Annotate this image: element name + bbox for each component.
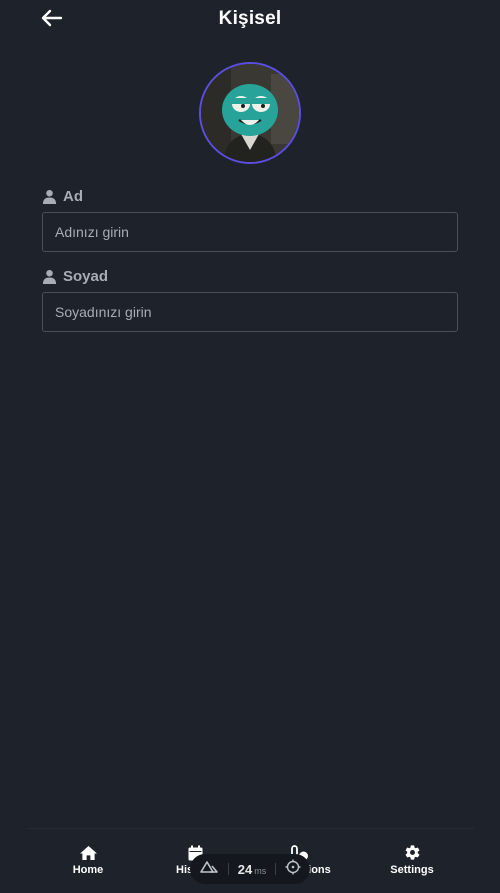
bottom-nav-divider: [28, 828, 474, 829]
gear-icon: [404, 844, 421, 861]
personal-info-screen: Kişisel Ad Adınızı girin Soyad Soyadınız…: [0, 0, 500, 893]
first-name-label: Ad: [63, 187, 83, 205]
user-icon: [42, 269, 57, 284]
render-time: 24 ms: [238, 862, 266, 877]
nav-label-settings: Settings: [390, 864, 434, 876]
nav-label-home: Home: [72, 864, 104, 876]
last-name-label-row: Soyad: [42, 266, 458, 286]
header: Kişisel: [0, 0, 500, 40]
user-icon: [42, 189, 57, 204]
last-name-label: Soyad: [63, 267, 109, 285]
devtools-separator: [275, 863, 277, 875]
avatar[interactable]: [199, 62, 301, 164]
last-name-field: Soyad: [42, 266, 458, 332]
render-time-value: 24: [237, 861, 253, 877]
nav-item-home[interactable]: Home: [43, 844, 133, 876]
profile-photo: [201, 64, 299, 162]
nuxt-logo-icon: [199, 860, 219, 879]
page-title: Kişisel: [218, 8, 282, 29]
first-name-input[interactable]: [42, 212, 458, 252]
devtools-separator: [227, 863, 229, 875]
render-time-unit: ms: [254, 865, 267, 876]
first-name-label-row: Ad: [42, 186, 458, 206]
devtools-pill[interactable]: 24 ms: [190, 854, 310, 884]
last-name-input[interactable]: [42, 292, 458, 332]
first-name-field: Ad: [42, 186, 458, 252]
nav-item-settings[interactable]: Settings: [367, 844, 457, 876]
crosshair-icon[interactable]: [285, 859, 301, 880]
home-icon: [79, 844, 98, 861]
